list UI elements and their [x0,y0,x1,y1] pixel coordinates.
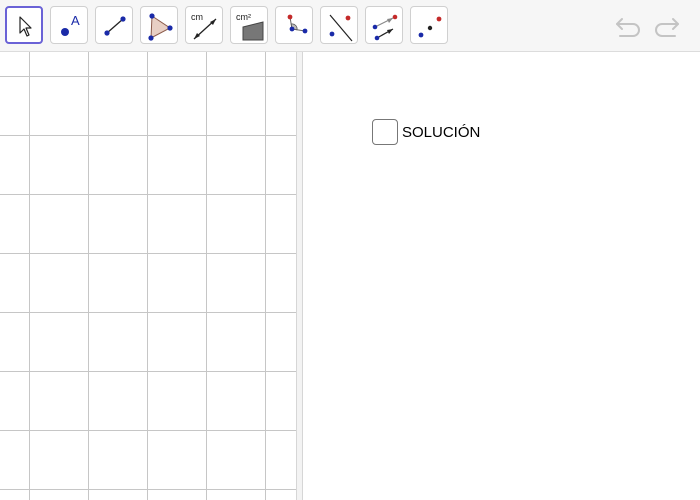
translate-by-vector-icon [372,14,398,41]
point-with-label-icon: A [61,13,80,36]
toolbar: A cm cm² [0,0,700,52]
angle-icon [287,14,308,34]
distance-length-icon: cm [191,12,217,40]
point-tool-label: A [71,13,80,28]
undo-button[interactable] [614,14,644,45]
solution-checkbox-label: SOLUCIÓN [402,123,481,141]
segment-icon [104,16,126,36]
redo-icon [655,18,679,37]
vector-tool-button[interactable] [365,6,403,44]
angle-tool-button[interactable] [275,6,313,44]
area-icon: cm² [236,12,264,41]
solution-checkbox-row[interactable]: SOLUCIÓN [372,118,480,146]
polygon-tool-button[interactable] [140,6,178,44]
perpendicular-line-icon [329,14,353,42]
distance-tool-button[interactable]: cm [185,6,223,44]
graphics-view-2[interactable] [303,52,700,500]
reflect-about-point-icon [418,16,442,38]
perpendicular-line-tool-button[interactable] [320,6,358,44]
cursor-arrow-icon [19,16,32,37]
point-reflect-tool-button[interactable] [410,6,448,44]
distance-tool-label: cm [191,12,203,22]
panel-splitter[interactable] [296,52,303,500]
solution-checkbox[interactable] [372,119,398,145]
triangle-icon [148,13,173,41]
undo-icon [616,18,640,37]
redo-button[interactable] [651,14,681,45]
graphics-view-grid[interactable] [0,52,296,500]
area-tool-label: cm² [236,12,251,22]
segment-tool-button[interactable] [95,6,133,44]
area-tool-button[interactable]: cm² [230,6,268,44]
point-tool-button[interactable]: A [50,6,88,44]
move-tool-button[interactable] [5,6,43,44]
